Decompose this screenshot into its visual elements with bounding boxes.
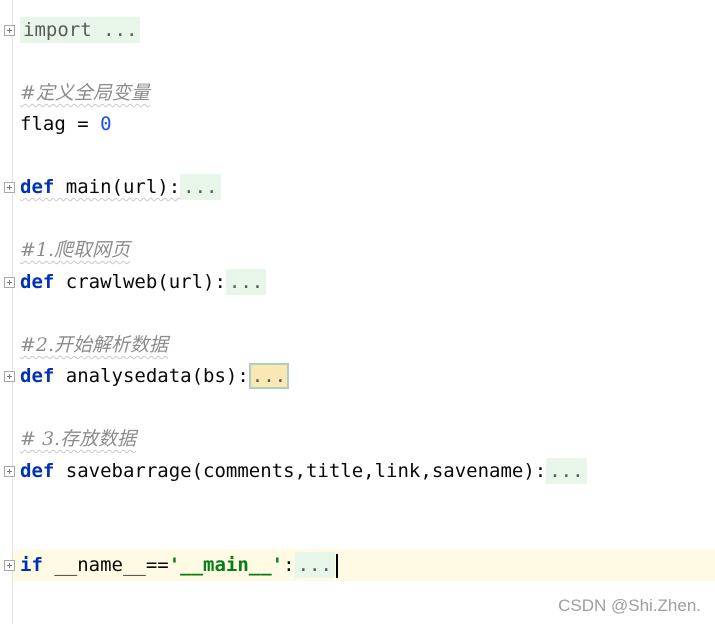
text-caret (335, 553, 338, 578)
comment-text: #1.爬取网页 (20, 239, 131, 261)
code-comment-store[interactable]: # 3.存放数据 (20, 423, 136, 455)
code-editor[interactable]: import ... #定义全局变量 flag = 0 def main(url… (0, 0, 715, 624)
fold-expand-icon[interactable] (4, 25, 15, 36)
fold-expand-icon[interactable] (4, 182, 15, 193)
colon: : (283, 554, 295, 576)
code-line-if-main[interactable]: if __name__=='__main__':... (20, 549, 338, 581)
comment-text: #定义全局变量 (20, 82, 150, 104)
function-signature: crawlweb(url): (54, 271, 226, 293)
number-literal: 0 (100, 113, 112, 135)
def-keyword: def (20, 271, 55, 293)
fold-ellipsis[interactable]: ... (225, 269, 267, 295)
function-signature: main(url): (54, 176, 181, 198)
import-fold-region[interactable]: import ... (20, 17, 141, 43)
fold-expand-icon[interactable] (4, 371, 15, 382)
fold-expand-icon[interactable] (4, 466, 15, 477)
fold-ellipsis: ... (103, 19, 138, 41)
function-signature: savebarrage(comments,title,link,savename… (54, 460, 547, 482)
comment-text: # 3.存放数据 (20, 428, 137, 450)
operator: = (65, 113, 101, 135)
code-line-def-savebarrage[interactable]: def savebarrage(comments,title,link,save… (20, 455, 587, 487)
fold-ellipsis[interactable]: ... (180, 174, 221, 200)
fold-expand-icon[interactable] (4, 277, 15, 288)
code-comment-analyse[interactable]: #2.开始解析数据 (20, 329, 168, 361)
def-keyword: def (20, 365, 55, 387)
code-comment-globals[interactable]: #定义全局变量 (20, 77, 150, 109)
import-keyword: import (23, 19, 92, 41)
fold-ellipsis[interactable]: ... (546, 458, 587, 484)
watermark: CSDN @Shi.Zhen. (558, 596, 701, 615)
code-line-flag[interactable]: flag = 0 (20, 108, 112, 140)
def-keyword: def (20, 176, 55, 198)
gutter (12, 0, 13, 624)
string-literal: '__main__' (168, 554, 284, 576)
variable-name: flag (20, 113, 66, 135)
code-line-def-analysedata[interactable]: def analysedata(bs):... (20, 360, 290, 392)
fold-ellipsis[interactable]: ... (294, 552, 335, 578)
comment-text: #2.开始解析数据 (20, 334, 169, 356)
fold-expand-icon[interactable] (4, 560, 15, 571)
if-keyword: if (20, 554, 43, 576)
def-keyword: def (20, 460, 55, 482)
name-comparison: __name__== (42, 554, 169, 576)
fold-ellipsis-selected[interactable]: ... (248, 363, 290, 389)
code-line-def-crawlweb[interactable]: def crawlweb(url):... (20, 266, 267, 298)
code-line-import[interactable]: import ... (20, 14, 141, 46)
code-comment-crawl[interactable]: #1.爬取网页 (20, 234, 130, 266)
code-line-def-main[interactable]: def main(url):... (20, 171, 221, 203)
function-signature: analysedata(bs): (54, 365, 249, 387)
